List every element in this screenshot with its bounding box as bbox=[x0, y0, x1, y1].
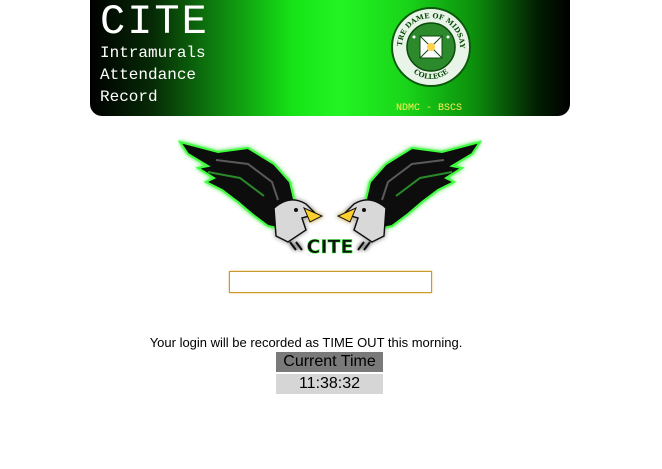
current-time-label: Current Time bbox=[276, 352, 383, 372]
banner-subtitle-line-2: Attendance bbox=[100, 66, 197, 84]
college-seal-icon: NOTRE DAME OF MIDSAYAP COLLEGE bbox=[390, 6, 471, 87]
login-status-message: Your login will be recorded as TIME OUT … bbox=[149, 335, 463, 350]
banner-subtitle-line-3: Record bbox=[100, 88, 158, 106]
attendance-id-input[interactable] bbox=[229, 271, 432, 293]
banner-title: CITE bbox=[100, 0, 209, 46]
logo-text: CITE bbox=[307, 236, 354, 258]
banner-tag: NDMC - BSCS bbox=[396, 103, 463, 114]
twin-eagles-logo-icon: CITE bbox=[178, 140, 482, 258]
current-time-value: 11:38:32 bbox=[276, 374, 383, 394]
banner-subtitle-line-1: Intramurals bbox=[100, 44, 206, 62]
header-banner: CITE Intramurals Attendance Record NOTRE… bbox=[90, 0, 570, 116]
